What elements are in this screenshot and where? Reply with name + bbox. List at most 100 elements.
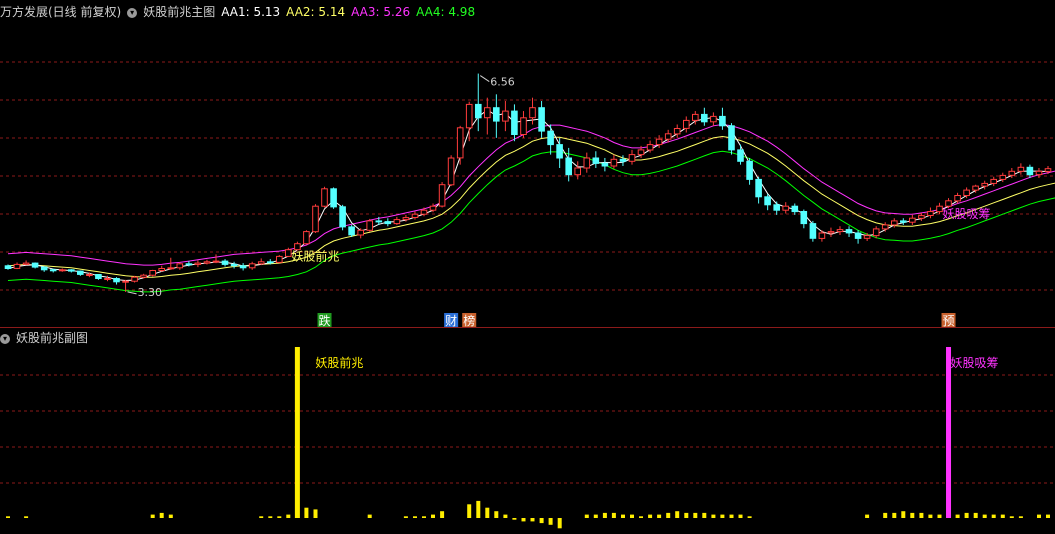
candle: [456, 127, 464, 159]
main-chart-grid: [0, 61, 1055, 291]
sub-chart-plot: 妖股前兆 妖股吸筹: [6, 347, 1050, 529]
signal-annotation: 妖股吸筹: [943, 207, 991, 221]
sub-bar: [268, 516, 273, 518]
candle: [529, 107, 536, 119]
sub-bar: [413, 516, 417, 518]
stock-name[interactable]: 万方发展(日线 前复权): [0, 5, 121, 19]
signal-annotation: 妖股前兆: [291, 248, 339, 263]
candle: [267, 261, 274, 264]
candle: [285, 249, 292, 257]
sub-bar: [711, 514, 716, 518]
candle: [583, 157, 591, 169]
high-price-pointer: [479, 75, 490, 82]
sub-bar: [259, 516, 264, 518]
candle: [1044, 168, 1052, 172]
sub-bar: [639, 516, 643, 518]
event-tag: 财: [445, 314, 457, 328]
chevron-down-icon[interactable]: ▾: [127, 7, 138, 18]
sub-bar: [286, 514, 291, 518]
candle: [927, 211, 934, 216]
candle: [447, 157, 455, 186]
main-indicator-name[interactable]: 妖股前兆主图: [143, 5, 215, 19]
candle: [149, 270, 156, 276]
sub-bar: [648, 514, 653, 518]
sub-bar: [367, 514, 372, 518]
signal-label: 妖股吸筹: [951, 356, 999, 370]
sub-bar: [1000, 514, 1005, 518]
candle: [375, 220, 383, 223]
aa2-line: [7, 135, 1055, 278]
sub-bar: [584, 514, 589, 518]
candle: [664, 133, 672, 140]
chevron-down-icon[interactable]: ▾: [0, 333, 10, 344]
candle: [646, 144, 654, 151]
low-price-label: 3.30: [138, 286, 163, 299]
candle: [221, 260, 229, 265]
sub-bar: [6, 516, 10, 518]
candle: [990, 178, 998, 184]
sub-bar: [548, 518, 553, 525]
candle: [257, 261, 265, 265]
sub-bar: [440, 511, 445, 518]
candle: [1035, 170, 1043, 176]
candle: [49, 269, 57, 272]
sub-indicator-name[interactable]: 妖股前兆副图: [16, 331, 88, 345]
sub-bar: [431, 514, 435, 518]
main-chart-header: 万方发展(日线 前复权) ▾ 妖股前兆主图 AA1: 5.13 AA2: 5.14 AA3…: [0, 2, 481, 22]
sub-bar: [657, 514, 662, 518]
sub-bar: [883, 512, 888, 518]
candle: [276, 255, 283, 263]
candle: [31, 262, 39, 268]
sub-bar: [539, 518, 544, 524]
candle: [710, 115, 717, 123]
sub-bar: [955, 514, 960, 518]
sub-bar: [991, 514, 996, 518]
candle: [827, 231, 835, 234]
candle: [438, 184, 446, 207]
sub-bar: [630, 514, 634, 518]
candle: [113, 278, 120, 283]
candle: [999, 174, 1007, 180]
sub-bar: [621, 514, 625, 518]
candle: [556, 144, 563, 159]
candle: [122, 280, 129, 283]
candle: [511, 110, 518, 135]
sub-bar: [675, 511, 680, 518]
aa3-line: [7, 123, 1055, 266]
candle: [475, 103, 482, 119]
sub-bar: [738, 514, 743, 518]
candle: [773, 204, 781, 211]
sub-bar: [865, 514, 870, 518]
sub-bar: [910, 512, 915, 518]
sub-bar: [892, 512, 897, 518]
signal-bar: [946, 347, 952, 518]
sub-bar: [24, 516, 29, 518]
candle: [565, 157, 573, 176]
signal-label: 妖股前兆: [315, 355, 363, 370]
candle: [547, 130, 554, 146]
candle: [420, 209, 428, 215]
candle: [918, 215, 925, 219]
sub-bar: [901, 511, 906, 518]
candle: [619, 158, 627, 162]
candle: [728, 125, 735, 151]
candle: [845, 229, 853, 234]
candle: [77, 270, 84, 275]
candle: [520, 117, 527, 136]
candle: [465, 103, 473, 129]
candle: [900, 220, 907, 223]
candle: [628, 154, 636, 162]
candle: [68, 269, 75, 272]
event-tag: 榜: [463, 313, 475, 328]
candle: [764, 196, 771, 206]
signal-bar: [294, 347, 300, 518]
candle: [1017, 166, 1025, 172]
candle: [484, 107, 491, 119]
candle: [945, 200, 952, 207]
candle: [86, 274, 93, 276]
candle: [782, 205, 790, 211]
candle: [40, 266, 48, 271]
sub-bar: [919, 512, 924, 518]
sub-bar: [666, 512, 671, 518]
candle: [800, 211, 808, 225]
